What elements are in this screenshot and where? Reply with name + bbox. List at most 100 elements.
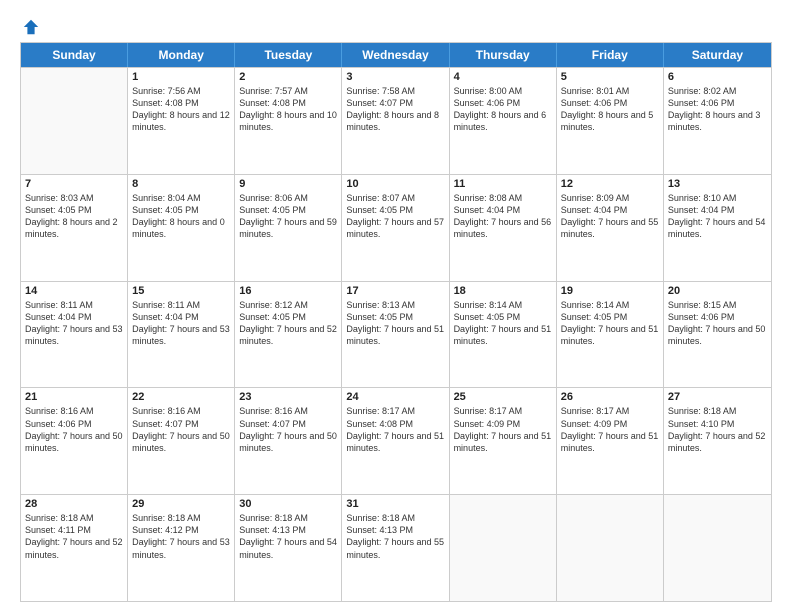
cell-info: Sunrise: 8:18 AM Sunset: 4:13 PM Dayligh… bbox=[239, 512, 337, 561]
cell-info: Sunrise: 8:01 AM Sunset: 4:06 PM Dayligh… bbox=[561, 85, 659, 134]
cell-info: Sunrise: 8:16 AM Sunset: 4:06 PM Dayligh… bbox=[25, 405, 123, 454]
cell-info: Sunrise: 7:57 AM Sunset: 4:08 PM Dayligh… bbox=[239, 85, 337, 134]
cell-info: Sunrise: 8:18 AM Sunset: 4:10 PM Dayligh… bbox=[668, 405, 767, 454]
cell-info: Sunrise: 8:00 AM Sunset: 4:06 PM Dayligh… bbox=[454, 85, 552, 134]
cell-info: Sunrise: 8:14 AM Sunset: 4:05 PM Dayligh… bbox=[454, 299, 552, 348]
cal-cell: 30 Sunrise: 8:18 AM Sunset: 4:13 PM Dayl… bbox=[235, 495, 342, 601]
day-number: 28 bbox=[25, 498, 123, 510]
cal-cell: 4 Sunrise: 8:00 AM Sunset: 4:06 PM Dayli… bbox=[450, 68, 557, 174]
cal-cell: 28 Sunrise: 8:18 AM Sunset: 4:11 PM Dayl… bbox=[21, 495, 128, 601]
cell-info: Sunrise: 7:56 AM Sunset: 4:08 PM Dayligh… bbox=[132, 85, 230, 134]
day-number: 6 bbox=[668, 71, 767, 83]
cal-cell: 5 Sunrise: 8:01 AM Sunset: 4:06 PM Dayli… bbox=[557, 68, 664, 174]
cal-cell: 26 Sunrise: 8:17 AM Sunset: 4:09 PM Dayl… bbox=[557, 388, 664, 494]
day-number: 3 bbox=[346, 71, 444, 83]
cell-info: Sunrise: 8:13 AM Sunset: 4:05 PM Dayligh… bbox=[346, 299, 444, 348]
cal-cell: 22 Sunrise: 8:16 AM Sunset: 4:07 PM Dayl… bbox=[128, 388, 235, 494]
day-number: 9 bbox=[239, 178, 337, 190]
cell-info: Sunrise: 8:16 AM Sunset: 4:07 PM Dayligh… bbox=[132, 405, 230, 454]
cal-cell: 29 Sunrise: 8:18 AM Sunset: 4:12 PM Dayl… bbox=[128, 495, 235, 601]
day-number: 22 bbox=[132, 391, 230, 403]
cal-cell: 13 Sunrise: 8:10 AM Sunset: 4:04 PM Dayl… bbox=[664, 175, 771, 281]
calendar-body: 1 Sunrise: 7:56 AM Sunset: 4:08 PM Dayli… bbox=[21, 67, 771, 601]
cell-info: Sunrise: 8:02 AM Sunset: 4:06 PM Dayligh… bbox=[668, 85, 767, 134]
day-number: 26 bbox=[561, 391, 659, 403]
cell-info: Sunrise: 8:11 AM Sunset: 4:04 PM Dayligh… bbox=[25, 299, 123, 348]
day-number: 4 bbox=[454, 71, 552, 83]
day-number: 31 bbox=[346, 498, 444, 510]
cal-cell: 23 Sunrise: 8:16 AM Sunset: 4:07 PM Dayl… bbox=[235, 388, 342, 494]
header bbox=[20, 18, 772, 36]
day-number: 16 bbox=[239, 285, 337, 297]
day-number: 18 bbox=[454, 285, 552, 297]
cal-week: 7 Sunrise: 8:03 AM Sunset: 4:05 PM Dayli… bbox=[21, 174, 771, 281]
cell-info: Sunrise: 8:18 AM Sunset: 4:12 PM Dayligh… bbox=[132, 512, 230, 561]
cell-info: Sunrise: 8:17 AM Sunset: 4:09 PM Dayligh… bbox=[561, 405, 659, 454]
cal-week: 28 Sunrise: 8:18 AM Sunset: 4:11 PM Dayl… bbox=[21, 494, 771, 601]
cal-header-cell: Tuesday bbox=[235, 43, 342, 67]
cell-info: Sunrise: 8:17 AM Sunset: 4:09 PM Dayligh… bbox=[454, 405, 552, 454]
cell-info: Sunrise: 8:11 AM Sunset: 4:04 PM Dayligh… bbox=[132, 299, 230, 348]
cell-info: Sunrise: 8:14 AM Sunset: 4:05 PM Dayligh… bbox=[561, 299, 659, 348]
cal-cell: 31 Sunrise: 8:18 AM Sunset: 4:13 PM Dayl… bbox=[342, 495, 449, 601]
cal-header-cell: Friday bbox=[557, 43, 664, 67]
cal-header-cell: Monday bbox=[128, 43, 235, 67]
cal-cell: 16 Sunrise: 8:12 AM Sunset: 4:05 PM Dayl… bbox=[235, 282, 342, 388]
cal-cell: 1 Sunrise: 7:56 AM Sunset: 4:08 PM Dayli… bbox=[128, 68, 235, 174]
day-number: 20 bbox=[668, 285, 767, 297]
day-number: 29 bbox=[132, 498, 230, 510]
cell-info: Sunrise: 8:03 AM Sunset: 4:05 PM Dayligh… bbox=[25, 192, 123, 241]
cal-week: 1 Sunrise: 7:56 AM Sunset: 4:08 PM Dayli… bbox=[21, 67, 771, 174]
day-number: 12 bbox=[561, 178, 659, 190]
cal-cell bbox=[21, 68, 128, 174]
cal-cell: 2 Sunrise: 7:57 AM Sunset: 4:08 PM Dayli… bbox=[235, 68, 342, 174]
logo bbox=[20, 18, 40, 36]
calendar: SundayMondayTuesdayWednesdayThursdayFrid… bbox=[20, 42, 772, 602]
cal-cell: 25 Sunrise: 8:17 AM Sunset: 4:09 PM Dayl… bbox=[450, 388, 557, 494]
cell-info: Sunrise: 8:12 AM Sunset: 4:05 PM Dayligh… bbox=[239, 299, 337, 348]
cal-cell: 6 Sunrise: 8:02 AM Sunset: 4:06 PM Dayli… bbox=[664, 68, 771, 174]
cell-info: Sunrise: 8:15 AM Sunset: 4:06 PM Dayligh… bbox=[668, 299, 767, 348]
cal-cell: 24 Sunrise: 8:17 AM Sunset: 4:08 PM Dayl… bbox=[342, 388, 449, 494]
cal-cell: 3 Sunrise: 7:58 AM Sunset: 4:07 PM Dayli… bbox=[342, 68, 449, 174]
cal-cell: 8 Sunrise: 8:04 AM Sunset: 4:05 PM Dayli… bbox=[128, 175, 235, 281]
cal-cell: 9 Sunrise: 8:06 AM Sunset: 4:05 PM Dayli… bbox=[235, 175, 342, 281]
cal-header-cell: Wednesday bbox=[342, 43, 449, 67]
day-number: 7 bbox=[25, 178, 123, 190]
day-number: 17 bbox=[346, 285, 444, 297]
cell-info: Sunrise: 8:07 AM Sunset: 4:05 PM Dayligh… bbox=[346, 192, 444, 241]
day-number: 24 bbox=[346, 391, 444, 403]
cal-cell: 19 Sunrise: 8:14 AM Sunset: 4:05 PM Dayl… bbox=[557, 282, 664, 388]
day-number: 30 bbox=[239, 498, 337, 510]
calendar-header-row: SundayMondayTuesdayWednesdayThursdayFrid… bbox=[21, 43, 771, 67]
cal-cell: 14 Sunrise: 8:11 AM Sunset: 4:04 PM Dayl… bbox=[21, 282, 128, 388]
cell-info: Sunrise: 8:08 AM Sunset: 4:04 PM Dayligh… bbox=[454, 192, 552, 241]
day-number: 27 bbox=[668, 391, 767, 403]
day-number: 11 bbox=[454, 178, 552, 190]
day-number: 2 bbox=[239, 71, 337, 83]
logo-icon bbox=[22, 18, 40, 36]
cell-info: Sunrise: 8:04 AM Sunset: 4:05 PM Dayligh… bbox=[132, 192, 230, 241]
cal-cell: 17 Sunrise: 8:13 AM Sunset: 4:05 PM Dayl… bbox=[342, 282, 449, 388]
cal-header-cell: Thursday bbox=[450, 43, 557, 67]
day-number: 5 bbox=[561, 71, 659, 83]
day-number: 15 bbox=[132, 285, 230, 297]
day-number: 8 bbox=[132, 178, 230, 190]
cal-cell bbox=[664, 495, 771, 601]
cell-info: Sunrise: 8:16 AM Sunset: 4:07 PM Dayligh… bbox=[239, 405, 337, 454]
cal-cell: 20 Sunrise: 8:15 AM Sunset: 4:06 PM Dayl… bbox=[664, 282, 771, 388]
day-number: 21 bbox=[25, 391, 123, 403]
day-number: 14 bbox=[25, 285, 123, 297]
cal-week: 21 Sunrise: 8:16 AM Sunset: 4:06 PM Dayl… bbox=[21, 387, 771, 494]
day-number: 1 bbox=[132, 71, 230, 83]
cal-header-cell: Sunday bbox=[21, 43, 128, 67]
cal-cell: 21 Sunrise: 8:16 AM Sunset: 4:06 PM Dayl… bbox=[21, 388, 128, 494]
cell-info: Sunrise: 8:09 AM Sunset: 4:04 PM Dayligh… bbox=[561, 192, 659, 241]
cal-cell: 12 Sunrise: 8:09 AM Sunset: 4:04 PM Dayl… bbox=[557, 175, 664, 281]
cal-cell: 18 Sunrise: 8:14 AM Sunset: 4:05 PM Dayl… bbox=[450, 282, 557, 388]
day-number: 13 bbox=[668, 178, 767, 190]
cell-info: Sunrise: 8:06 AM Sunset: 4:05 PM Dayligh… bbox=[239, 192, 337, 241]
cal-week: 14 Sunrise: 8:11 AM Sunset: 4:04 PM Dayl… bbox=[21, 281, 771, 388]
day-number: 25 bbox=[454, 391, 552, 403]
cal-cell bbox=[557, 495, 664, 601]
